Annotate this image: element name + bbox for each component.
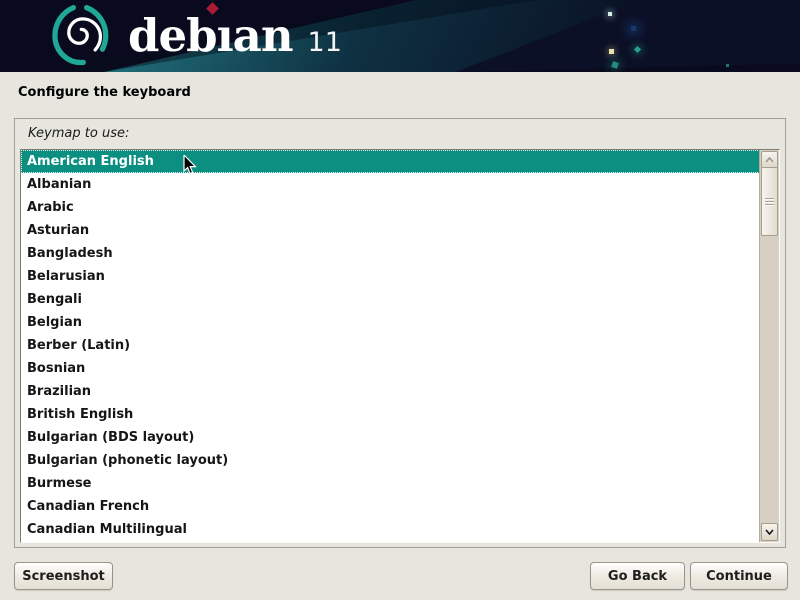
keymap-option[interactable]: Asturian — [21, 219, 760, 242]
debian-logo — [44, 2, 116, 70]
keymap-option[interactable]: Canadian French — [21, 495, 760, 518]
brand-debian: debıan — [128, 13, 293, 58]
screenshot-button[interactable]: Screenshot — [14, 562, 113, 590]
keymap-option[interactable]: Bengali — [21, 288, 760, 311]
installer-window: debıan 11 Configure the keyboard Keymap … — [0, 0, 800, 600]
banner-spark — [726, 64, 729, 67]
thumb-grip — [765, 198, 774, 199]
banner-spark — [609, 49, 614, 54]
thumb-grip — [765, 204, 774, 205]
continue-button[interactable]: Continue — [690, 562, 788, 590]
keymap-option[interactable]: Burmese — [21, 472, 760, 495]
keymap-option[interactable]: Bulgarian (phonetic layout) — [21, 449, 760, 472]
brand-version: 11 — [308, 29, 342, 56]
keymap-option[interactable]: American English — [21, 150, 760, 173]
debian-swirl-icon — [44, 3, 116, 69]
keymap-option[interactable]: Albanian — [21, 173, 760, 196]
keymap-rows: American EnglishAlbanianArabicAsturianBa… — [21, 150, 760, 542]
scrollbar-thumb[interactable] — [761, 167, 778, 236]
keymap-option[interactable]: Arabic — [21, 196, 760, 219]
keymap-option[interactable]: Bulgarian (BDS layout) — [21, 426, 760, 449]
chevron-down-icon — [765, 529, 774, 535]
keymap-option[interactable]: Bosnian — [21, 357, 760, 380]
mouse-cursor-icon — [183, 155, 198, 176]
scroll-down-button[interactable] — [761, 523, 778, 541]
keymap-option[interactable]: Berber (Latin) — [21, 334, 760, 357]
scrollbar[interactable] — [759, 150, 779, 542]
keymap-frame: Keymap to use: American EnglishAlbanianA… — [14, 118, 786, 548]
brand-text: debıan 11 — [128, 13, 342, 58]
keymap-option[interactable]: Canadian Multilingual — [21, 518, 760, 541]
keymap-list[interactable]: American EnglishAlbanianArabicAsturianBa… — [20, 149, 780, 543]
keymap-option[interactable]: Belarusian — [21, 265, 760, 288]
banner-spark — [608, 12, 612, 16]
banner-spark — [631, 26, 636, 31]
thumb-grip — [765, 201, 774, 202]
chevron-up-icon — [765, 157, 774, 163]
keymap-option[interactable]: Belgian — [21, 311, 760, 334]
keymap-option[interactable]: British English — [21, 403, 760, 426]
keymap-option[interactable]: Brazilian — [21, 380, 760, 403]
go-back-button[interactable]: Go Back — [590, 562, 685, 590]
keymap-label: Keymap to use: — [28, 126, 129, 141]
page-title: Configure the keyboard — [18, 85, 191, 100]
keymap-option[interactable]: Bangladesh — [21, 242, 760, 265]
banner: debıan 11 — [0, 0, 800, 72]
